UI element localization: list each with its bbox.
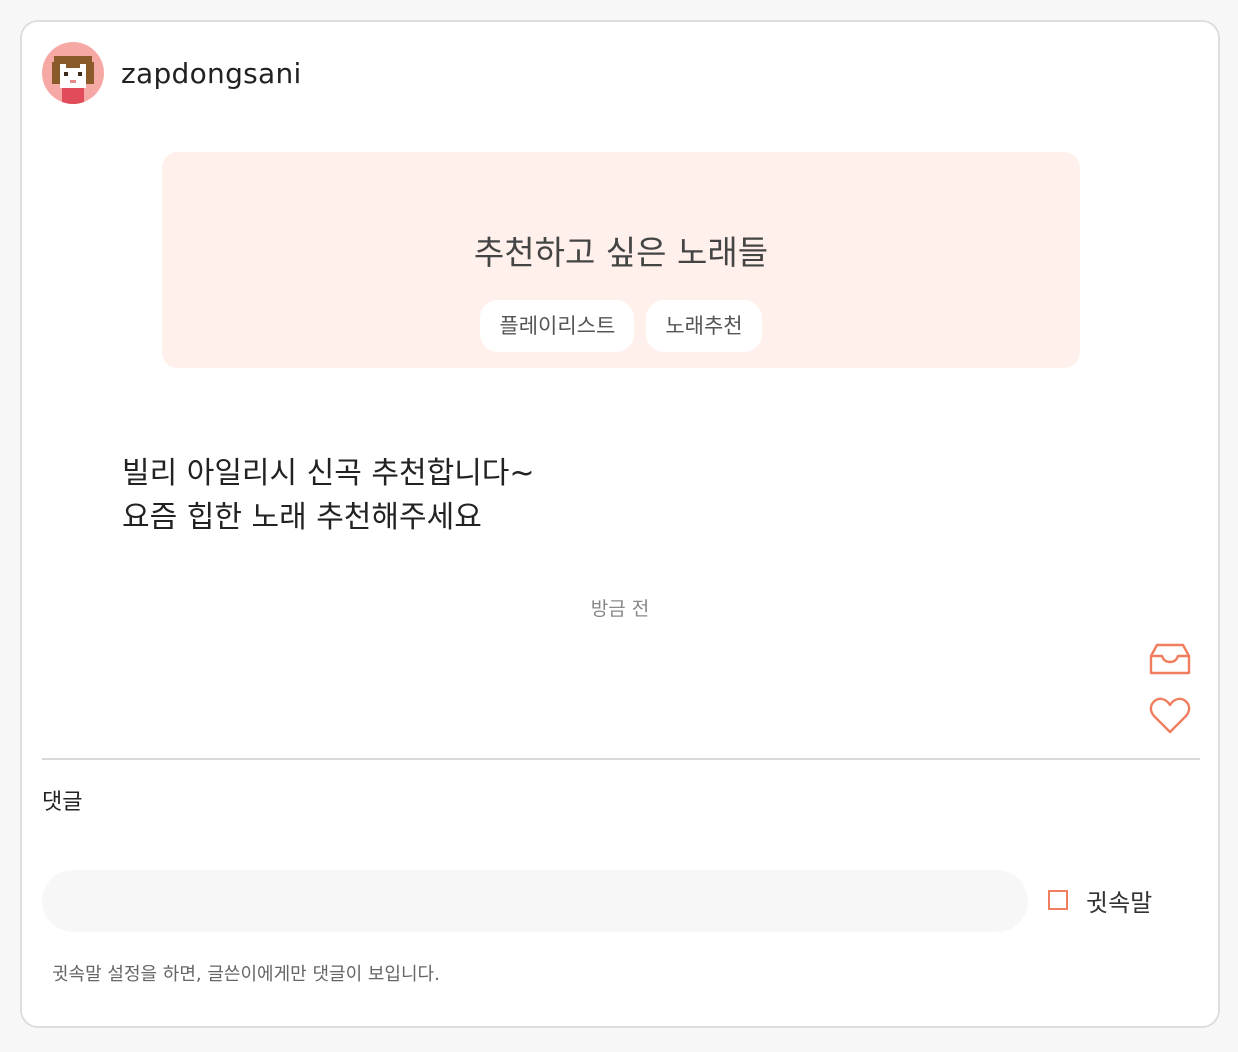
comment-input[interactable] [42, 870, 1028, 932]
avatar[interactable] [42, 42, 104, 104]
post-timestamp: 방금 전 [590, 598, 650, 620]
secret-comment-toggle[interactable]: 귓속말 [1048, 882, 1152, 918]
secret-checkbox[interactable] [1048, 890, 1068, 910]
secret-label[interactable]: 귓속말 [1086, 883, 1152, 918]
post-body: 빌리 아일리시 신곡 추천합니다~ 요즘 힙한 노래 추천해주세요 [122, 452, 535, 540]
comments-heading: 댓글 [42, 790, 83, 815]
save-button[interactable] [1148, 642, 1192, 676]
username[interactable]: zapdongsani [121, 57, 302, 90]
post-card: zapdongsani 추천하고 싶은 노래들 플레이리스트 노래추천 빌리 아… [20, 20, 1220, 1028]
heart-icon [1149, 697, 1191, 734]
inbox-tray-icon [1149, 643, 1191, 675]
author-profile[interactable]: zapdongsani [42, 42, 302, 104]
secret-comment-hint: 귓속말 설정을 하면, 글쓴이에게만 댓글이 보입니다. [52, 964, 440, 985]
section-divider [42, 758, 1200, 760]
pixel-avatar-icon [52, 56, 94, 104]
post-body-line: 요즘 힙한 노래 추천해주세요 [122, 500, 482, 535]
like-button[interactable] [1148, 696, 1192, 736]
tag-playlist[interactable]: 플레이리스트 [480, 300, 635, 352]
tag-list: 플레이리스트 노래추천 [162, 300, 1080, 352]
topic-banner: 추천하고 싶은 노래들 플레이리스트 노래추천 [162, 152, 1080, 368]
post-body-line: 빌리 아일리시 신곡 추천합니다~ [122, 456, 535, 491]
banner-title: 추천하고 싶은 노래들 [473, 233, 769, 272]
tag-song-recommendation[interactable]: 노래추천 [646, 300, 762, 352]
